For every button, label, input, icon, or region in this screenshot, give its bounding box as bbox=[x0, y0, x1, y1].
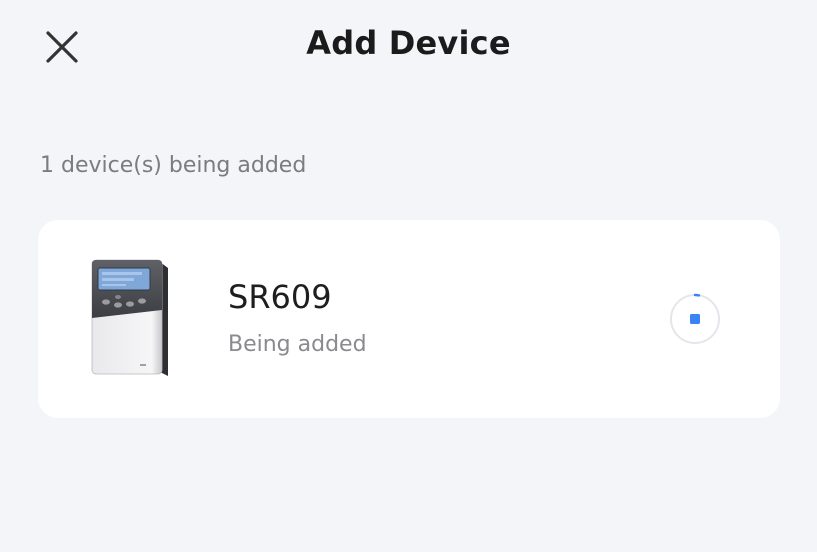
devices-adding-count-label: 1 device(s) being added bbox=[40, 153, 307, 178]
device-status-text: Being added bbox=[228, 332, 367, 357]
loading-stop-icon[interactable] bbox=[668, 292, 722, 346]
device-image bbox=[88, 258, 172, 378]
page-title: Add Device bbox=[306, 24, 511, 62]
header-bar: Add Device bbox=[0, 0, 817, 100]
device-card[interactable]: SR609 Being added bbox=[38, 220, 780, 418]
device-name: SR609 bbox=[228, 278, 332, 316]
